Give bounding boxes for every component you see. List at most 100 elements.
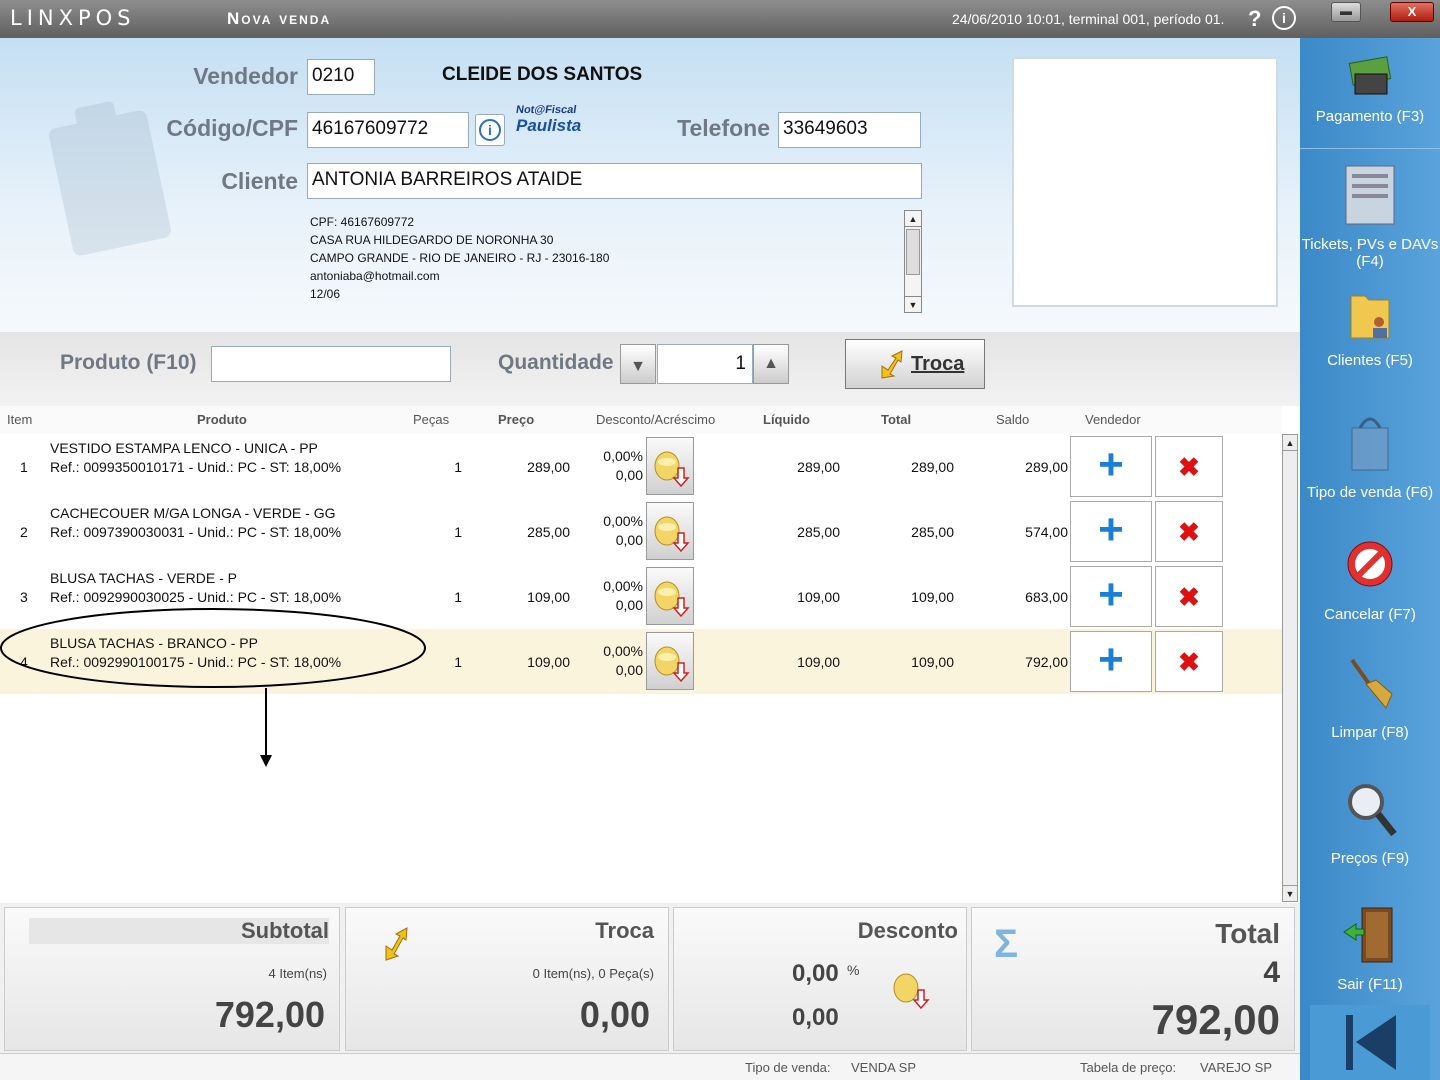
cpf-field[interactable]: 46167609772 (307, 112, 469, 148)
client-details-scrollbar[interactable]: ▲ ▼ (904, 210, 922, 313)
tipo-venda-button[interactable]: Tipo de venda (F6) (1300, 408, 1440, 501)
subtotal-items: 4 Item(ns) (268, 966, 327, 981)
row-desconto-pct: 0,00% (603, 513, 643, 529)
items-table-header: Item Produto Peças Preço Desconto/Acrésc… (0, 406, 1282, 434)
desconto-value: 0,00 (792, 1004, 839, 1031)
totals-panel: Subtotal 4 Item(ns) 792,00 Troca 0 Item(… (0, 903, 1300, 1053)
row-discount-button[interactable] (646, 437, 694, 495)
sair-button[interactable]: Sair (F11) (1300, 904, 1440, 993)
minimize-button[interactable]: ▬ (1331, 2, 1361, 22)
row-preco: 109,00 (527, 654, 570, 670)
col-preco: Preço (498, 412, 535, 427)
troca-label: Troca (595, 918, 654, 943)
quantity-decrease-button[interactable]: ▼ (620, 344, 656, 384)
quantity-increase-button[interactable]: ▲ (753, 344, 789, 384)
row-discount-button[interactable] (646, 567, 694, 625)
items-table-scrollbar[interactable]: ▲ ▼ (1282, 434, 1298, 902)
session-status: 24/06/2010 10:01, terminal 001, período … (952, 11, 1225, 27)
exchange-arrows-icon (881, 350, 903, 379)
row-discount-button[interactable] (646, 632, 694, 690)
clientes-button[interactable]: Clientes (F5) (1300, 288, 1440, 369)
row-desconto-valor: 0,00 (615, 597, 643, 613)
action-sidebar: Pagamento (F3) Tickets, PVs e DAVs (F4) … (1300, 38, 1440, 1080)
desconto-pct: 0,00 (792, 960, 839, 987)
window-title: Nova venda (227, 9, 332, 28)
table-row[interactable]: 2 CACHECOUER M/GA LONGA - VERDE - GG Ref… (0, 499, 1282, 564)
row-desconto-valor: 0,00 (615, 467, 643, 483)
row-add-vendedor-button[interactable]: + (1070, 566, 1152, 627)
quantidade-input[interactable]: 1 (657, 344, 753, 384)
vendedor-code-field[interactable]: 0210 (307, 59, 375, 95)
client-address: CASA RUA HILDEGARDO DE NORONHA 30 (310, 233, 554, 247)
row-liquido: 109,00 (797, 654, 840, 670)
row-discount-button[interactable] (646, 502, 694, 560)
coins-discount-icon (654, 516, 690, 553)
row-delete-button[interactable]: ✖ (1155, 436, 1223, 497)
tipo-venda-label: Tipo de venda (F6) (1306, 484, 1434, 501)
desconto-pct-unit: % (847, 962, 860, 978)
status-bar: Tipo de venda: VENDA SP Tabela de preço:… (0, 1053, 1300, 1080)
col-item: Item (7, 412, 33, 427)
scroll-down-icon[interactable]: ▼ (905, 296, 921, 312)
desconto-button[interactable] (886, 964, 936, 1014)
total-label: Total (1215, 918, 1280, 949)
cancelar-button[interactable]: Cancelar (F7) (1300, 530, 1440, 623)
row-preco: 109,00 (527, 589, 570, 605)
pagamento-button[interactable]: Pagamento (F3) (1300, 52, 1440, 125)
table-row[interactable]: 1 VESTIDO ESTAMPA LENCO - UNICA - PP Ref… (0, 434, 1282, 499)
row-desconto-pct: 0,00% (603, 643, 643, 659)
tickets-button[interactable]: Tickets, PVs e DAVs (F4) (1300, 164, 1440, 270)
nota-fiscal-paulista-logo: Not@Fiscal Paulista (515, 103, 581, 134)
desconto-label: Desconto (857, 918, 958, 943)
row-add-vendedor-button[interactable]: + (1070, 501, 1152, 562)
col-saldo: Saldo (996, 412, 1030, 427)
row-add-vendedor-button[interactable]: + (1070, 436, 1152, 497)
cancel-icon (1347, 541, 1393, 587)
col-produto: Produto (197, 412, 247, 427)
info-icon[interactable]: i (1272, 6, 1296, 30)
limpar-button[interactable]: Limpar (F8) (1300, 654, 1440, 741)
help-icon[interactable]: ? (1248, 6, 1261, 32)
row-total: 285,00 (911, 524, 954, 540)
row-delete-button[interactable]: ✖ (1155, 631, 1223, 692)
produto-label: Produto (F10) (60, 351, 197, 374)
precos-button[interactable]: Preços (F9) (1300, 778, 1440, 867)
app-logo: LINXPOS (10, 6, 136, 30)
precos-label: Preços (F9) (1330, 850, 1410, 867)
col-liquido: Líquido (763, 412, 810, 427)
cliente-field[interactable]: ANTONIA BARREIROS ATAIDE (307, 163, 922, 199)
row-preco: 289,00 (527, 459, 570, 475)
row-delete-button[interactable]: ✖ (1155, 501, 1223, 562)
sigma-icon: Σ (994, 922, 1019, 966)
sair-label: Sair (F11) (1337, 976, 1403, 993)
row-item-number: 1 (20, 459, 28, 475)
cpf-info-button[interactable]: i (475, 114, 505, 146)
row-desconto-pct: 0,00% (603, 448, 643, 464)
row-add-vendedor-button[interactable]: + (1070, 631, 1152, 692)
scroll-up-icon[interactable]: ▲ (905, 211, 921, 227)
row-delete-button[interactable]: ✖ (1155, 566, 1223, 627)
produto-input[interactable] (211, 346, 451, 382)
exit-door-icon (1343, 907, 1393, 963)
row-product-ref: Ref.: 0099350010171 - Unid.: PC - ST: 18… (50, 459, 342, 475)
scroll-down-icon[interactable]: ▼ (1283, 885, 1297, 901)
exchange-arrows-icon (385, 927, 408, 961)
back-button[interactable] (1310, 1005, 1430, 1080)
close-button[interactable]: X (1390, 2, 1434, 22)
scroll-up-icon[interactable]: ▲ (1283, 435, 1297, 451)
nfp-logo-top: Not@Fiscal (515, 104, 578, 116)
subtotal-box: Subtotal 4 Item(ns) 792,00 (4, 907, 340, 1051)
money-icon (1348, 56, 1392, 95)
magnifier-icon (1348, 784, 1397, 837)
desconto-box: Desconto 0,00 % 0,00 (673, 907, 967, 1051)
cliente-label: Cliente (221, 168, 298, 194)
tipo-venda-value: VENDA SP (851, 1060, 917, 1075)
row-pecas: 1 (454, 589, 462, 605)
troca-button[interactable]: Troca (845, 339, 985, 389)
troca-box: Troca 0 Item(ns), 0 Peça(s) 0,00 (345, 907, 669, 1051)
subtotal-value: 792,00 (214, 994, 325, 1035)
telefone-field[interactable]: 33649603 (778, 112, 921, 148)
row-saldo: 574,00 (1025, 524, 1068, 540)
scroll-thumb[interactable] (906, 229, 920, 275)
row-total: 109,00 (911, 654, 954, 670)
